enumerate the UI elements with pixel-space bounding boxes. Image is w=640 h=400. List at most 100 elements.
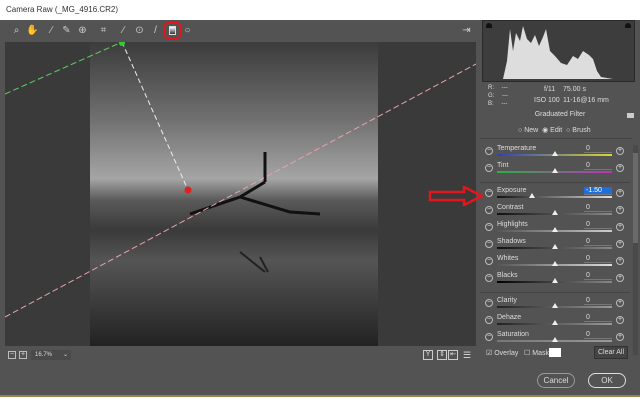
slider-label: Tint xyxy=(497,162,509,169)
slider-value-input[interactable]: 0 xyxy=(584,255,612,263)
zoom-level-select[interactable]: 16.7% ⌄ xyxy=(31,350,71,360)
image-preview[interactable] xyxy=(5,42,476,346)
color-sampler-icon[interactable]: ✎ xyxy=(60,24,73,37)
copy-settings-icon[interactable]: ⇤ xyxy=(448,350,458,360)
slider-blacks: − Blacks 0 + xyxy=(480,272,630,289)
decrease-icon[interactable]: − xyxy=(485,206,493,214)
slider-track[interactable] xyxy=(497,196,612,198)
slider-thumb[interactable] xyxy=(551,168,558,173)
cancel-button[interactable]: Cancel xyxy=(537,373,575,388)
zoom-level: 16.7% xyxy=(35,352,53,358)
slider-shadows: − Shadows 0 + xyxy=(480,238,630,255)
decrease-icon[interactable]: − xyxy=(485,223,493,231)
slider-thumb[interactable] xyxy=(551,151,558,156)
increase-icon[interactable]: + xyxy=(616,189,624,197)
panel-menu-icon[interactable] xyxy=(627,113,634,118)
ok-button[interactable]: OK xyxy=(588,373,626,388)
graduated-filter-icon[interactable] xyxy=(164,22,181,39)
mask-label: Mask xyxy=(532,350,549,357)
zoom-in-icon[interactable]: + xyxy=(19,351,27,359)
slider-value-input[interactable]: 0 xyxy=(584,314,612,322)
slider-thumb[interactable] xyxy=(551,278,558,283)
white-balance-icon[interactable]: ⁄ xyxy=(45,24,58,37)
decrease-icon[interactable]: − xyxy=(485,164,493,172)
decrease-icon[interactable]: − xyxy=(485,240,493,248)
slider-thumb[interactable] xyxy=(551,244,558,249)
mask-checkbox[interactable]: ☐ Mask xyxy=(524,349,549,357)
hand-icon[interactable]: ✋ xyxy=(26,24,39,37)
increase-icon[interactable]: + xyxy=(616,257,624,265)
settings-toggle-icon[interactable]: ☰ xyxy=(463,350,471,361)
slider-value-input[interactable]: 0 xyxy=(584,204,612,212)
clear-all-button[interactable]: Clear All xyxy=(594,346,628,359)
slider-thumb[interactable] xyxy=(551,303,558,308)
green-guide-line xyxy=(5,42,123,95)
adjustment-brush-icon[interactable]: / xyxy=(149,24,162,37)
zoom-out-icon[interactable]: − xyxy=(8,351,16,359)
slider-tint: − Tint 0 + xyxy=(480,162,630,179)
slider-thumb[interactable] xyxy=(551,261,558,266)
iso: ISO 100 xyxy=(534,97,560,104)
overlay-checkbox[interactable]: ☑ Overlay xyxy=(486,349,518,357)
filter-axis-line xyxy=(121,42,189,191)
radio-new-label: New xyxy=(524,127,539,134)
decrease-icon[interactable]: − xyxy=(485,147,493,155)
swap-settings-icon[interactable]: ⇕ xyxy=(437,350,447,360)
decrease-icon[interactable]: − xyxy=(485,299,493,307)
slider-thumb[interactable] xyxy=(551,227,558,232)
slider-thumb[interactable] xyxy=(528,193,535,198)
slider-contrast: − Contrast 0 + xyxy=(480,204,630,221)
slider-thumb[interactable] xyxy=(551,320,558,325)
slider-value-input[interactable]: 0 xyxy=(584,238,612,246)
red-pin xyxy=(184,186,192,194)
slider-value-input[interactable]: 0 xyxy=(584,162,612,170)
targeted-adjustment-icon[interactable]: ⊕ xyxy=(76,24,89,37)
r-label: R: xyxy=(488,85,494,91)
slider-whites: − Whites 0 + xyxy=(480,255,630,272)
increase-icon[interactable]: + xyxy=(616,164,624,172)
b-label: B: xyxy=(488,101,494,107)
radio-brush-label: Brush xyxy=(572,127,591,134)
slider-value-input[interactable]: 0 xyxy=(584,297,612,305)
increase-icon[interactable]: + xyxy=(616,206,624,214)
g-value: --- xyxy=(502,93,509,99)
radial-filter-icon[interactable]: ○ xyxy=(181,24,194,37)
crop-icon[interactable]: ⌗ xyxy=(97,24,110,37)
slider-value-input[interactable]: 0 xyxy=(584,272,612,280)
spot-removal-icon[interactable]: ⁄ xyxy=(117,24,130,37)
panel-scrollbar[interactable] xyxy=(633,145,638,355)
slider-value-input[interactable]: 0 xyxy=(584,145,612,153)
before-after-icon[interactable]: Y xyxy=(423,350,433,360)
slider-thumb[interactable] xyxy=(551,337,558,342)
slider-list: − Temperature 0 + − Tint 0 + − Exposure … xyxy=(480,145,632,350)
overlay-label: Overlay xyxy=(494,350,519,357)
slider-thumb[interactable] xyxy=(551,210,558,215)
increase-icon[interactable]: + xyxy=(616,240,624,248)
increase-icon[interactable]: + xyxy=(616,316,624,324)
slider-value-input[interactable]: 0 xyxy=(584,331,612,339)
slider-value-input[interactable]: -1.50 xyxy=(584,187,612,195)
radio-brush[interactable]: ○ Brush xyxy=(566,127,590,134)
radio-new[interactable]: ○ New xyxy=(518,127,538,134)
increase-icon[interactable]: + xyxy=(616,147,624,155)
highlight-clipping-icon[interactable] xyxy=(625,23,631,28)
mask-color-swatch[interactable] xyxy=(549,348,561,357)
increase-icon[interactable]: + xyxy=(616,333,624,341)
decrease-icon[interactable]: − xyxy=(485,316,493,324)
decrease-icon[interactable]: − xyxy=(485,257,493,265)
increase-icon[interactable]: + xyxy=(616,274,624,282)
graduated-filter-overlay[interactable] xyxy=(5,42,476,346)
decrease-icon[interactable]: − xyxy=(485,333,493,341)
open-preferences-icon[interactable]: ⇥ xyxy=(460,24,473,37)
shadow-clipping-icon[interactable] xyxy=(486,23,492,28)
zoom-icon[interactable]: ⌕ xyxy=(10,24,23,37)
mode-radio-group: ○ New ◉ Edit ○ Brush xyxy=(518,126,591,134)
increase-icon[interactable]: + xyxy=(616,223,624,231)
increase-icon[interactable]: + xyxy=(616,299,624,307)
red-arrow-annotation xyxy=(428,186,484,206)
decrease-icon[interactable]: − xyxy=(485,274,493,282)
decrease-icon[interactable]: − xyxy=(485,189,493,197)
red-eye-icon[interactable]: ⊙ xyxy=(133,24,146,37)
slider-value-input[interactable]: 0 xyxy=(584,221,612,229)
radio-edit[interactable]: ◉ Edit xyxy=(542,127,562,134)
